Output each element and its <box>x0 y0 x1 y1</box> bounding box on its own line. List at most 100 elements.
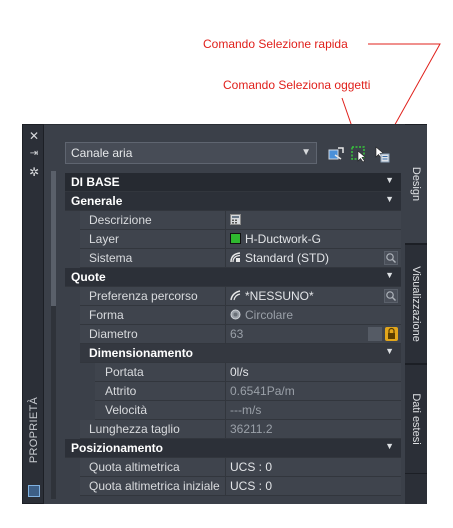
category-row-di-base[interactable]: DI BASE ▼ <box>65 173 401 192</box>
property-value-text: ---m/s <box>230 403 262 417</box>
property-row-quota-altimetrica[interactable]: Quota altimetrica UCS : 0 <box>65 458 401 477</box>
property-row-preferenza-percorso[interactable]: Preferenza percorso *NESSUNO* <box>65 287 401 306</box>
chevron-down-icon[interactable]: ▼ <box>385 194 394 204</box>
cell-divider <box>225 458 226 477</box>
property-grid: DI BASE ▼ Generale ▼ Descrizione Layer H-Ductw… <box>65 173 401 496</box>
property-value[interactable] <box>230 213 245 227</box>
chevron-down-icon: ▼ <box>301 147 311 158</box>
object-type-select[interactable]: Canale aria ▼ <box>65 142 317 164</box>
property-row-lunghezza-taglio[interactable]: Lunghezza taglio 36211.2 <box>65 420 401 439</box>
tab-design[interactable]: Design <box>405 124 427 244</box>
cell-divider <box>225 287 226 306</box>
property-label: Posizionamento <box>71 441 164 455</box>
palette-tabs: Design Visualizzazione Dati estesi <box>405 124 427 504</box>
indent <box>65 287 80 306</box>
chevron-down-icon[interactable]: ▼ <box>385 346 394 356</box>
lock-icon[interactable] <box>385 327 398 341</box>
property-value[interactable]: ---m/s <box>230 403 261 417</box>
scrollbar-thumb[interactable] <box>51 171 56 306</box>
toggle-pickadd-icon[interactable] <box>327 145 345 163</box>
property-value[interactable]: Standard (STD) <box>230 251 329 265</box>
property-row-attrito[interactable]: Attrito 0.6541Pa/m <box>65 382 401 401</box>
category-row-dimensionamento[interactable]: Dimensionamento ▼ <box>65 344 401 363</box>
property-row-diametro[interactable]: Diametro 63 <box>65 325 401 344</box>
indent <box>80 363 95 382</box>
indent <box>65 325 80 344</box>
property-label: Velocità <box>105 403 148 417</box>
property-row-velocita[interactable]: Velocità ---m/s <box>65 401 401 420</box>
chevron-down-icon[interactable]: ▼ <box>385 175 394 185</box>
properties-palette: ✕ ⇥ ✲ PROPRIETÀ Canale aria ▼ DI BASE ▼ … <box>22 124 427 504</box>
property-value-text: Standard (STD) <box>245 251 330 265</box>
shape-icon <box>230 309 241 320</box>
property-value[interactable]: 63 <box>230 327 243 341</box>
property-label: Sistema <box>89 251 133 265</box>
close-icon[interactable]: ✕ <box>27 129 41 143</box>
indent <box>80 382 95 401</box>
property-label: Generale <box>71 194 123 208</box>
category-row-generale[interactable]: Generale ▼ <box>65 192 401 211</box>
property-row-quota-altimetrica-iniziale[interactable]: Quota altimetrica iniziale UCS : 0 <box>65 477 401 496</box>
property-row-portata[interactable]: Portata 0l/s <box>65 363 401 382</box>
cell-divider <box>225 477 226 496</box>
settings-icon[interactable]: ✲ <box>27 165 41 179</box>
tab-dati-estesi[interactable]: Dati estesi <box>405 364 427 474</box>
palette-toolbar: Canale aria ▼ <box>65 142 401 166</box>
property-value[interactable]: 36211.2 <box>230 422 273 436</box>
cell-divider <box>225 306 226 325</box>
property-row-sistema[interactable]: Sistema Standard (STD) <box>65 249 401 268</box>
palette-titlebar[interactable]: ✕ ⇥ ✲ PROPRIETÀ <box>22 124 44 504</box>
property-label: Layer <box>89 232 120 246</box>
auto-hide-icon[interactable]: ⇥ <box>27 147 41 161</box>
property-value-text: 0l/s <box>230 365 249 379</box>
tab-visualizzazione[interactable]: Visualizzazione <box>405 244 427 364</box>
category-row-quote[interactable]: Quote ▼ <box>65 268 401 287</box>
property-label: Lunghezza taglio <box>89 422 180 436</box>
indent <box>65 363 80 382</box>
indent <box>80 401 95 420</box>
property-label: Forma <box>89 308 124 322</box>
property-label: DI BASE <box>71 175 120 189</box>
chevron-down-icon[interactable]: ▼ <box>385 441 394 451</box>
property-row-descrizione[interactable]: Descrizione <box>65 211 401 230</box>
routing-icon <box>230 290 241 301</box>
options-icon[interactable] <box>368 327 382 341</box>
property-value-text: UCS : 0 <box>230 460 273 474</box>
cell-divider <box>225 401 226 420</box>
cell-divider <box>225 420 226 439</box>
property-value-text: 0.6541Pa/m <box>230 384 295 398</box>
stage: Comando Selezione rapida Comando Selezio… <box>0 0 453 528</box>
quick-select-icon[interactable] <box>372 145 390 163</box>
property-value[interactable]: UCS : 0 <box>230 479 272 493</box>
category-row-posizionamento[interactable]: Posizionamento ▼ <box>65 439 401 458</box>
property-label: Portata <box>105 365 144 379</box>
cell-divider <box>225 230 226 249</box>
palette-icon <box>28 485 40 497</box>
cell-divider <box>225 363 226 382</box>
property-value-text: *NESSUNO* <box>245 289 314 303</box>
property-value[interactable]: 0.6541Pa/m <box>230 384 295 398</box>
indent <box>65 382 80 401</box>
search-icon[interactable] <box>384 251 398 265</box>
property-row-layer[interactable]: Layer H-Ductwork-G <box>65 230 401 249</box>
property-value-text: UCS : 0 <box>230 479 273 493</box>
cell-divider <box>225 211 226 230</box>
property-label: Quote <box>71 270 106 284</box>
cell-divider <box>225 382 226 401</box>
indent <box>65 306 80 325</box>
property-label: Quota altimetrica iniziale <box>89 479 220 493</box>
search-icon[interactable] <box>384 289 398 303</box>
property-value[interactable]: Circolare <box>230 308 293 322</box>
property-row-forma[interactable]: Forma Circolare <box>65 306 401 325</box>
indent <box>65 230 80 249</box>
property-value-text: Circolare <box>245 308 294 322</box>
property-value[interactable]: *NESSUNO* <box>230 289 314 303</box>
indent <box>65 249 80 268</box>
select-objects-icon[interactable] <box>350 145 368 163</box>
property-label: Attrito <box>105 384 137 398</box>
property-value-text: H-Ductwork-G <box>245 232 322 246</box>
chevron-down-icon[interactable]: ▼ <box>385 270 394 280</box>
property-value[interactable]: UCS : 0 <box>230 460 272 474</box>
property-value[interactable]: 0l/s <box>230 365 249 379</box>
property-value[interactable]: H-Ductwork-G <box>230 232 321 246</box>
